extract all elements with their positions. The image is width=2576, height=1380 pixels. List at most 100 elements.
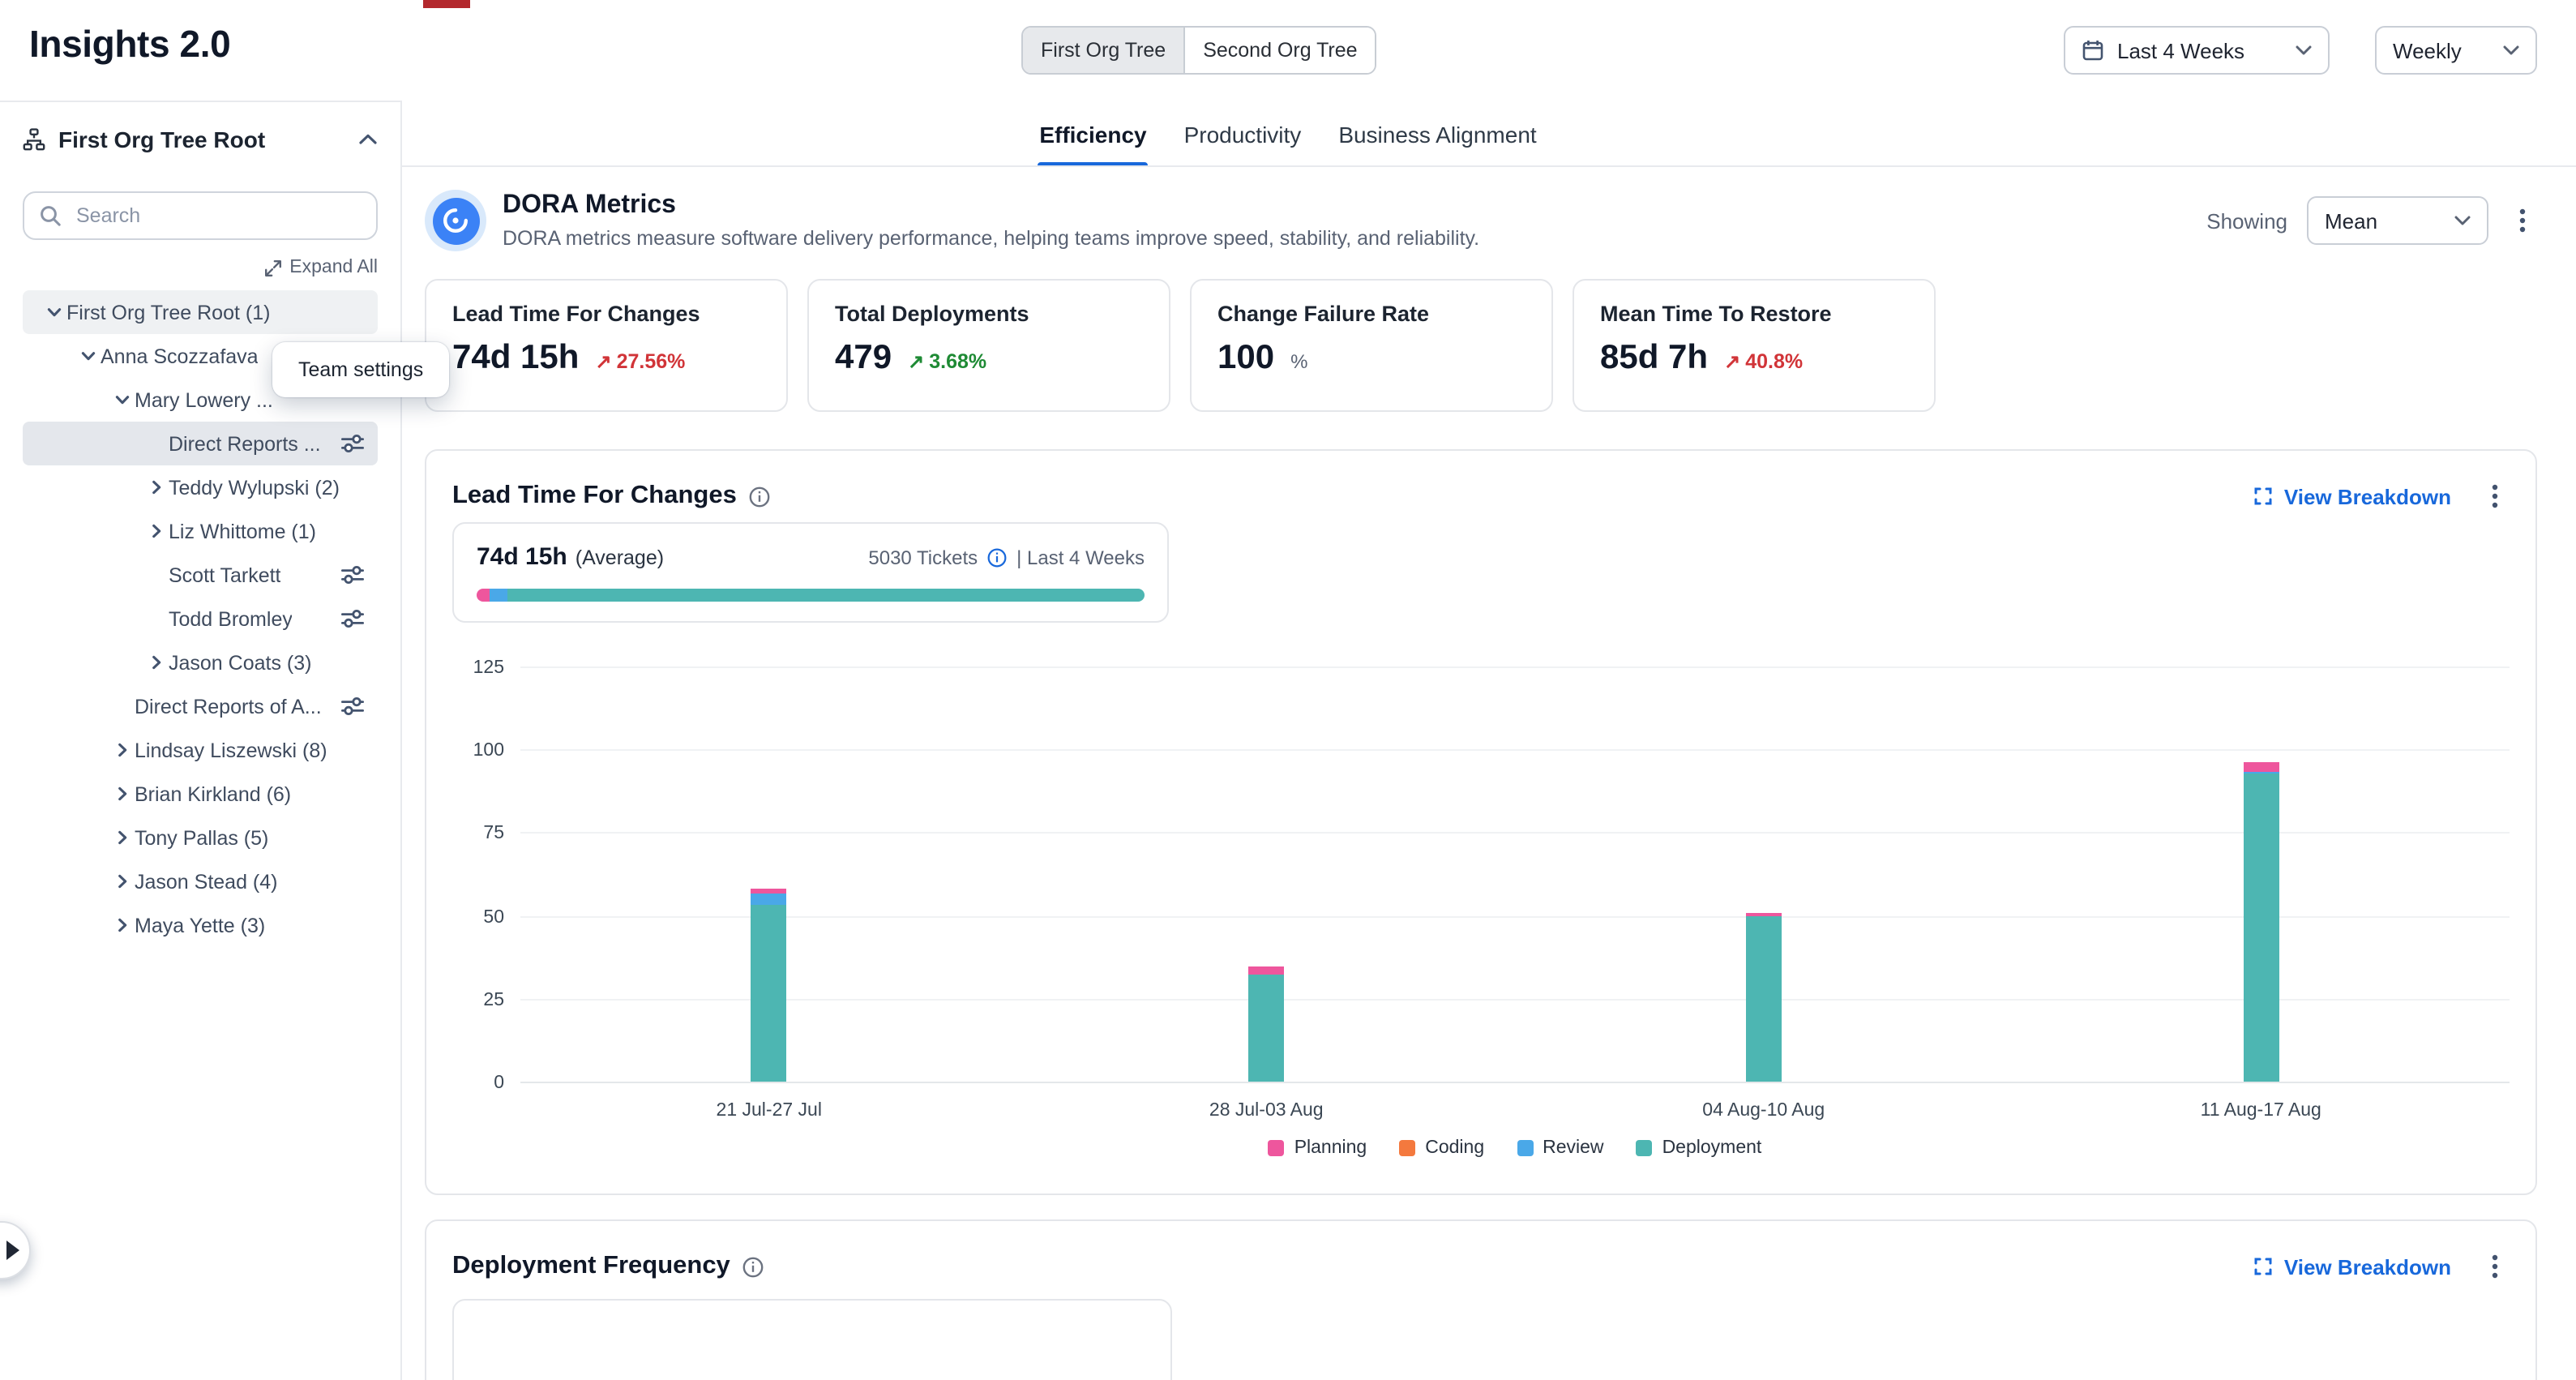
- bar-segment-planning: [1248, 967, 1284, 975]
- app-title: Insights 2.0: [29, 23, 230, 66]
- tree-item-first-org-tree-root-1[interactable]: First Org Tree Root (1): [23, 290, 378, 334]
- legend-label: Coding: [1425, 1138, 1484, 1158]
- more-options-button[interactable]: [2480, 1247, 2510, 1286]
- tree-item-teddy-wylupski-2[interactable]: Teddy Wylupski (2): [23, 465, 378, 509]
- tree-item-liz-whittome-1[interactable]: Liz Whittome (1): [23, 509, 378, 553]
- tree-item-lindsay-liszewski-8[interactable]: Lindsay Liszewski (8): [23, 728, 378, 772]
- tree-item-jason-coats-3[interactable]: Jason Coats (3): [23, 641, 378, 684]
- tree-item-label: Lindsay Liszewski (8): [135, 739, 327, 761]
- view-breakdown-button[interactable]: View Breakdown: [2253, 1254, 2451, 1279]
- gridline: [520, 915, 2510, 917]
- gridline: [520, 749, 2510, 751]
- chevron-right-icon[interactable]: [144, 651, 167, 674]
- y-tick-label: 125: [473, 658, 504, 678]
- tree-item-direct-reports-of-a[interactable]: Direct Reports of A...: [23, 684, 378, 728]
- metric-card-lead-time: Lead Time For Changes 74d 15h ↗27.56%: [425, 279, 788, 412]
- indent-spacer: [144, 432, 167, 455]
- chevron-right-icon[interactable]: [110, 739, 133, 761]
- chevron-down-icon[interactable]: [42, 301, 65, 324]
- chevron-down-icon[interactable]: [110, 388, 133, 411]
- more-options-button[interactable]: [2480, 477, 2510, 516]
- y-tick-label: 25: [483, 991, 504, 1010]
- team-settings-icon[interactable]: [340, 564, 365, 585]
- summary-bar-segment-deployment: [507, 589, 1145, 602]
- team-settings-icon[interactable]: [340, 696, 365, 717]
- chevron-right-icon[interactable]: [144, 476, 167, 499]
- bar-segment-deployment: [2243, 773, 2279, 1082]
- metric-delta-badge: ↗40.8%: [1724, 350, 1803, 373]
- y-tick-label: 0: [494, 1074, 504, 1093]
- date-range-select[interactable]: Last 4 Weeks: [2064, 26, 2330, 75]
- chevron-right-icon[interactable]: [110, 870, 133, 893]
- trend-up-icon: ↗: [1724, 350, 1740, 373]
- tree-item-tony-pallas-5[interactable]: Tony Pallas (5): [23, 816, 378, 859]
- tab-business-alignment[interactable]: Business Alignment: [1337, 101, 1538, 167]
- dora-metric-cards: Lead Time For Changes 74d 15h ↗27.56% To…: [425, 279, 2537, 412]
- chevron-right-icon[interactable]: [110, 914, 133, 936]
- sidebar-search: [23, 191, 378, 240]
- tree-item-label: First Org Tree Root (1): [66, 301, 270, 324]
- tree-item-label: Direct Reports ...: [169, 432, 321, 455]
- info-icon[interactable]: [750, 486, 771, 507]
- team-settings-icon[interactable]: [340, 433, 365, 454]
- search-input[interactable]: [73, 203, 362, 229]
- tab-efficiency[interactable]: Efficiency: [1038, 101, 1148, 167]
- metric-value: 74d 15h: [452, 339, 579, 378]
- dora-title: DORA Metrics: [503, 191, 1479, 221]
- bar-segment-deployment: [751, 906, 787, 1082]
- x-tick-label: 21 Jul-27 Jul: [717, 1101, 822, 1121]
- info-icon[interactable]: [987, 547, 1007, 567]
- chart-legend: PlanningCodingReviewDeployment: [520, 1138, 2510, 1158]
- legend-swatch: [1637, 1140, 1653, 1156]
- caret-right-icon: [6, 1241, 19, 1260]
- tree-item-jason-stead-4[interactable]: Jason Stead (4): [23, 859, 378, 903]
- expand-all-button[interactable]: Expand All: [263, 258, 378, 277]
- metric-card-change-failure-rate: Change Failure Rate 100 %: [1190, 279, 1553, 412]
- chevron-down-icon[interactable]: [76, 345, 99, 367]
- plot-area: [520, 668, 2510, 1083]
- chevron-right-icon[interactable]: [110, 782, 133, 805]
- x-tick-label: 28 Jul-03 Aug: [1209, 1101, 1324, 1121]
- x-tick-label: 04 Aug-10 Aug: [1702, 1101, 1825, 1121]
- metric-value: 479: [835, 339, 892, 378]
- view-breakdown-button[interactable]: View Breakdown: [2253, 484, 2451, 508]
- showing-label: Showing: [2206, 208, 2287, 233]
- deployment-frequency-panel: Deployment Frequency View Breakdown: [425, 1219, 2537, 1380]
- expand-breakdown-icon: [2253, 1257, 2273, 1276]
- tree-item-scott-tarkett[interactable]: Scott Tarkett: [23, 553, 378, 597]
- tab-productivity[interactable]: Productivity: [1183, 101, 1303, 167]
- legend-item-coding: Coding: [1399, 1138, 1484, 1158]
- tree-item-todd-bromley[interactable]: Todd Bromley: [23, 597, 378, 641]
- showing-select[interactable]: Mean: [2307, 196, 2488, 245]
- collapse-sidebar-icon[interactable]: [358, 133, 378, 146]
- metric-title: Lead Time For Changes: [452, 302, 760, 326]
- bar-segment-deployment: [1746, 915, 1782, 1082]
- toggle-first-org-tree[interactable]: First Org Tree: [1023, 28, 1185, 73]
- x-tick-label: 11 Aug-17 Aug: [2201, 1101, 2321, 1121]
- header-controls: Last 4 Weeks Weekly: [2064, 26, 2537, 75]
- deployment-summary-card: [452, 1299, 1172, 1380]
- tree-item-label: Jason Coats (3): [169, 651, 311, 674]
- team-settings-icon[interactable]: [340, 608, 365, 629]
- chevron-right-icon[interactable]: [110, 826, 133, 849]
- granularity-value: Weekly: [2393, 38, 2490, 62]
- granularity-select[interactable]: Weekly: [2375, 26, 2537, 75]
- more-options-button[interactable]: [2508, 201, 2537, 240]
- tree-item-brian-kirkland-6[interactable]: Brian Kirkland (6): [23, 772, 378, 816]
- phase-distribution-bar: [477, 589, 1145, 602]
- chevron-right-icon[interactable]: [144, 520, 167, 542]
- legend-label: Planning: [1294, 1138, 1367, 1158]
- insights-app: Insights 2.0 First Org Tree Second Org T…: [0, 0, 2576, 1380]
- tree-item-label: Maya Yette (3): [135, 914, 265, 936]
- tree-item-label: Direct Reports of A...: [135, 695, 322, 718]
- tree-item-maya-yette-3[interactable]: Maya Yette (3): [23, 903, 378, 947]
- toggle-second-org-tree[interactable]: Second Org Tree: [1185, 28, 1375, 73]
- sidebar-header: First Org Tree Root: [23, 118, 378, 161]
- gridline: [520, 833, 2510, 834]
- x-axis: 21 Jul-27 Jul 28 Jul-03 Aug 04 Aug-10 Aug 1…: [520, 1083, 2510, 1135]
- tree-item-direct-reports[interactable]: Direct Reports ...: [23, 422, 378, 465]
- tree-item-label: Tony Pallas (5): [135, 826, 268, 849]
- legend-swatch: [1517, 1140, 1533, 1156]
- metric-title: Mean Time To Restore: [1600, 302, 1908, 326]
- info-icon[interactable]: [743, 1256, 764, 1277]
